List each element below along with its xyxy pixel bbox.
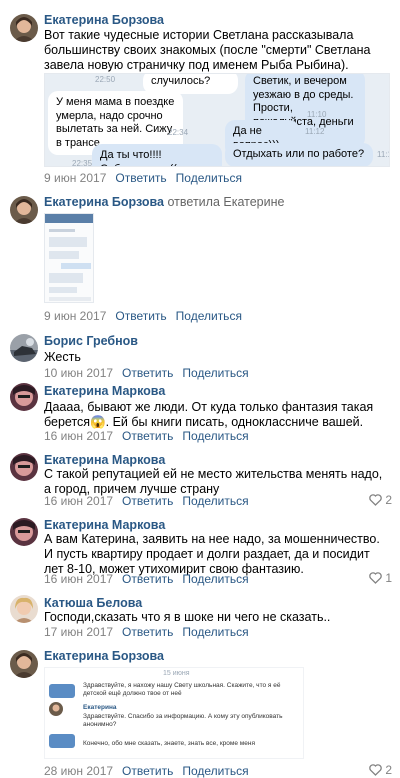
avatar[interactable] (10, 383, 38, 411)
share-link[interactable]: Поделиться (182, 572, 248, 586)
reply-to-label[interactable]: ответила Екатерине (168, 195, 285, 209)
like-count: 2 (385, 763, 392, 777)
chat-time: 22:35 (72, 159, 93, 167)
comment-author[interactable]: Екатерина Маркова (44, 384, 165, 398)
chat-time: 11:12 (377, 150, 389, 159)
reply-link[interactable]: Ответить (122, 625, 173, 639)
avatar[interactable] (10, 595, 38, 623)
comment-meta: 16 июн 2017 Ответить Поделиться (44, 572, 249, 586)
attachment-thumbnail[interactable] (44, 213, 94, 303)
chat-author: Екатерина (83, 704, 117, 711)
comment-author: Екатерина Борзова ответила Екатерине (44, 195, 284, 209)
comment-author[interactable]: Екатерина Борзова (44, 649, 164, 663)
reply-link[interactable]: Ответить (122, 494, 173, 508)
chat-time: 22:34 (168, 128, 189, 137)
share-link[interactable]: Поделиться (182, 764, 248, 778)
comment: Екатерина Борзова ответила Екатерине 9 и… (0, 190, 400, 325)
comment-meta: 16 июн 2017 Ответить Поделиться (44, 429, 249, 443)
avatar[interactable] (10, 334, 38, 362)
like-count: 1 (385, 571, 392, 585)
reply-link[interactable]: Ответить (122, 764, 173, 778)
comment-author[interactable]: Борис Гребнов (44, 334, 138, 348)
comment-author[interactable]: Катюша Белова (44, 596, 142, 610)
heart-icon (369, 494, 383, 506)
comment-meta: 9 июн 2017 Ответить Поделиться (44, 171, 242, 185)
share-link[interactable]: Поделиться (176, 309, 242, 323)
comment-date[interactable]: 9 июн 2017 (44, 171, 106, 185)
comment-date[interactable]: 17 июн 2017 (44, 625, 113, 639)
comment-author[interactable]: Екатерина Маркова (44, 518, 165, 532)
attachment-screenshot[interactable]: случилось? 22:50 У меня мама в поездке у… (44, 73, 390, 167)
comment-meta: 28 июн 2017 Ответить Поделиться (44, 764, 249, 778)
comment-meta: 9 июн 2017 Ответить Поделиться (44, 309, 242, 323)
reply-link[interactable]: Ответить (115, 171, 166, 185)
avatar[interactable] (10, 14, 38, 42)
reply-link[interactable]: Ответить (115, 309, 166, 323)
chat-message: Здравствуйте, я нахожу нашу Свету школьн… (83, 682, 281, 697)
comment-date[interactable]: 16 июн 2017 (44, 429, 113, 443)
chat-bubble: Отдыхать или по работе? (225, 143, 373, 166)
comment: Екатерина Борзова 15 июня Здравствуйте, … (0, 645, 400, 778)
chat-bubble: Да ты что!!!! Соболезную. (( (92, 144, 222, 166)
redaction (49, 684, 75, 698)
chat-screenshot-thumbnail (45, 214, 93, 301)
comment: Екатерина Маркова С такой репутацией ей … (0, 445, 400, 510)
comment-author[interactable]: Екатерина Маркова (44, 453, 165, 467)
comment: Екатерина Маркова А вам Катерина, заявит… (0, 510, 400, 590)
share-link[interactable]: Поделиться (182, 494, 248, 508)
comment-date[interactable]: 16 июн 2017 (44, 572, 113, 586)
share-link[interactable]: Поделиться (176, 171, 242, 185)
comment-date[interactable]: 9 июн 2017 (44, 309, 106, 323)
day-label: 15 июня (163, 670, 190, 677)
like-count: 2 (385, 493, 392, 507)
avatar[interactable] (10, 453, 38, 481)
comment-date[interactable]: 28 июн 2017 (44, 764, 113, 778)
comment: Екатерина Маркова Даааа, бывают же люди.… (0, 375, 400, 445)
comment: Борис Гребнов Жесть 10 июн 2017 Ответить П… (0, 325, 400, 380)
avatar[interactable] (10, 518, 38, 546)
heart-icon (369, 764, 383, 776)
reply-link[interactable]: Ответить (122, 429, 173, 443)
avatar (49, 702, 63, 716)
share-link[interactable]: Поделиться (182, 625, 248, 639)
author-name[interactable]: Екатерина Борзова (44, 195, 164, 209)
share-link[interactable]: Поделиться (182, 429, 248, 443)
comment-text: Господи,сказать что я в шоке ни чего не … (44, 610, 331, 624)
like-button[interactable]: 1 (369, 571, 392, 585)
avatar[interactable] (10, 650, 38, 678)
comment-meta: 17 июн 2017 Ответить Поделиться (44, 625, 249, 639)
chat-message: Конечно, обо мне сказать, знаете, знать … (83, 740, 255, 747)
redaction (49, 734, 75, 748)
comment: Екатерина Борзова Вот такие чудесные ист… (0, 0, 400, 190)
attachment-screenshot[interactable]: 15 июня Здравствуйте, я нахожу нашу Свет… (44, 667, 304, 759)
comment-text: Жесть (44, 350, 81, 364)
comment-text: С такой репутацией ей не место жительств… (44, 467, 383, 496)
chat-time: 11:10 (307, 110, 327, 119)
chat-time: 22:50 (95, 75, 116, 84)
comment: Катюша Белова Господи,сказать что я в шо… (0, 590, 400, 645)
like-button[interactable]: 2 (369, 493, 392, 507)
comment-date[interactable]: 16 июн 2017 (44, 494, 113, 508)
chat-time: 11:12 (305, 127, 325, 136)
chat-message: Здравствуйте. Спасибо за информацию. А к… (83, 713, 283, 728)
reply-link[interactable]: Ответить (122, 572, 173, 586)
comment-text: А вам Катерина, заявить на нее надо, за … (44, 532, 380, 576)
comment-meta: 16 июн 2017 Ответить Поделиться (44, 494, 249, 508)
comment-text: Даааа, бывают же люди. От куда только фа… (44, 400, 374, 429)
avatar[interactable] (10, 196, 38, 224)
like-button[interactable]: 2 (369, 763, 392, 777)
heart-icon (369, 572, 383, 584)
comment-author[interactable]: Екатерина Борзова (44, 13, 164, 27)
